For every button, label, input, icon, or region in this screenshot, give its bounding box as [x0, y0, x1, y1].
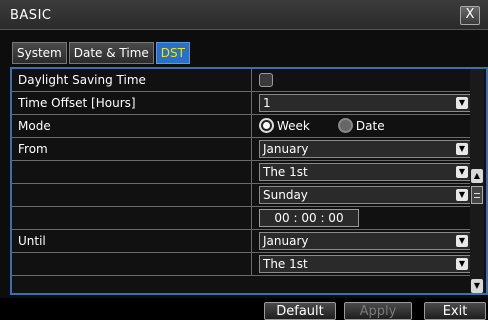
- from-day-value: Sunday: [263, 188, 308, 202]
- close-icon: X: [465, 7, 475, 22]
- until-month-value: January: [263, 234, 309, 248]
- row-daylight-saving: Daylight Saving Time: [12, 69, 472, 92]
- time-offset-select[interactable]: 1 ▼: [259, 94, 471, 112]
- default-button[interactable]: Default: [264, 302, 336, 320]
- settings-panel: System Date & Time DST Daylight Saving T…: [0, 30, 488, 298]
- window-title: BASIC: [10, 8, 52, 23]
- mode-radio-group: Week Date: [259, 118, 413, 133]
- vertical-scrollbar[interactable]: ▲ ▼: [470, 69, 484, 293]
- chevron-down-icon[interactable]: ▼: [456, 143, 468, 155]
- from-day-select[interactable]: Sunday ▼: [259, 186, 471, 204]
- empty-label-cell: [12, 207, 252, 229]
- mode-date-radio[interactable]: Date: [337, 118, 385, 133]
- chevron-down-icon[interactable]: ▼: [456, 189, 468, 201]
- time-offset-value: 1: [263, 96, 271, 110]
- tab-dst[interactable]: DST: [155, 42, 190, 64]
- row-from-week: The 1st ▼: [12, 161, 472, 184]
- dst-settings-grid: Daylight Saving Time Time Offset [Hours]…: [10, 67, 488, 295]
- scroll-down-icon[interactable]: ▼: [471, 279, 483, 293]
- chevron-down-icon[interactable]: ▼: [456, 258, 468, 270]
- button-bar: Default Apply Exit: [0, 298, 488, 320]
- daylight-saving-checkbox[interactable]: [259, 73, 273, 87]
- row-from-time: 00 : 00 : 00: [12, 207, 472, 230]
- row-until-week: The 1st ▼: [12, 253, 472, 276]
- radio-unchecked-icon[interactable]: [337, 118, 353, 133]
- row-from-month: From January ▼: [12, 138, 472, 161]
- from-week-value: The 1st: [263, 165, 308, 179]
- tab-system[interactable]: System: [12, 42, 67, 64]
- mode-label: Mode: [12, 115, 252, 137]
- scroll-up-icon[interactable]: ▲: [471, 169, 483, 183]
- chevron-down-icon[interactable]: ▼: [456, 235, 468, 247]
- scroll-thumb[interactable]: [471, 186, 483, 204]
- apply-button[interactable]: Apply: [344, 302, 412, 320]
- from-time-input[interactable]: 00 : 00 : 00: [259, 209, 359, 227]
- mode-week-label: Week: [277, 118, 310, 133]
- close-button[interactable]: X: [460, 6, 480, 25]
- from-label: From: [12, 138, 252, 160]
- row-time-offset: Time Offset [Hours] 1 ▼: [12, 92, 472, 115]
- row-until-month: Until January ▼: [12, 230, 472, 253]
- daylight-saving-label: Daylight Saving Time: [12, 69, 252, 91]
- tab-bar: System Date & Time DST: [12, 42, 192, 64]
- mode-date-label: Date: [355, 118, 385, 133]
- radio-checked-icon[interactable]: [259, 118, 274, 133]
- empty-label-cell: [12, 184, 252, 206]
- until-week-value: The 1st: [263, 257, 308, 271]
- chevron-down-icon[interactable]: ▼: [456, 166, 468, 178]
- empty-label-cell: [12, 161, 252, 183]
- row-from-day: Sunday ▼: [12, 184, 472, 207]
- chevron-down-icon[interactable]: ▼: [456, 97, 468, 109]
- from-month-value: January: [263, 142, 309, 156]
- tab-date-time[interactable]: Date & Time: [68, 42, 154, 64]
- until-week-select[interactable]: The 1st ▼: [259, 255, 471, 273]
- exit-button[interactable]: Exit: [424, 302, 486, 320]
- row-mode: Mode Week Date: [12, 115, 472, 138]
- from-week-select[interactable]: The 1st ▼: [259, 163, 471, 181]
- until-month-select[interactable]: January ▼: [259, 232, 471, 250]
- title-bar: BASIC X: [0, 0, 488, 30]
- from-month-select[interactable]: January ▼: [259, 140, 471, 158]
- until-label: Until: [12, 230, 252, 252]
- time-offset-label: Time Offset [Hours]: [12, 92, 252, 114]
- empty-label-cell: [12, 253, 252, 275]
- mode-week-radio[interactable]: Week: [259, 118, 310, 133]
